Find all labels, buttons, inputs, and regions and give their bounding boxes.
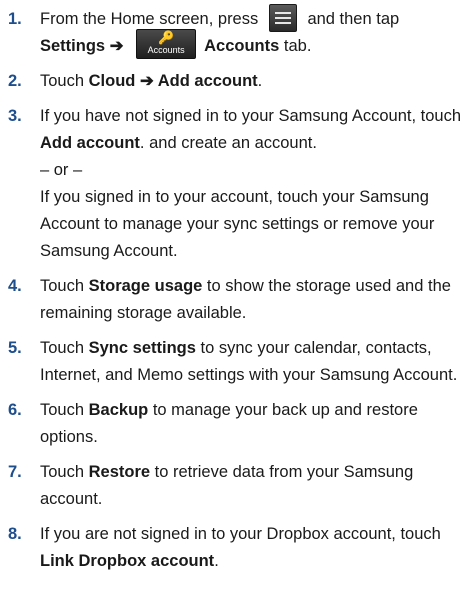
step-number: 8. <box>8 525 22 543</box>
step-text: and then tap <box>307 10 400 28</box>
step-bold: Sync settings <box>88 339 196 357</box>
step-number: 7. <box>8 463 22 481</box>
accounts-tab-icon: 🔑 Accounts <box>136 28 197 59</box>
step-number: 3. <box>8 107 22 125</box>
key-icon: 🔑 <box>158 29 175 45</box>
step-text: Touch <box>40 401 89 419</box>
step-4: 4. Touch Storage usage to show the stora… <box>0 273 472 327</box>
step-text: . <box>257 72 263 90</box>
step-number: 1. <box>8 10 22 28</box>
step-3: 3. If you have not signed in to your Sam… <box>0 103 472 265</box>
step-text: If you have not signed in to your Samsun… <box>40 107 462 125</box>
step-number: 5. <box>8 339 22 357</box>
step-bold: Add account <box>40 134 140 152</box>
step-8: 8. If you are not signed in to your Drop… <box>0 521 472 575</box>
or-separator: – or – <box>40 161 83 179</box>
step-text: . <box>214 552 219 570</box>
step-text: Touch <box>40 463 89 481</box>
step-text: tab. <box>279 37 312 55</box>
step-number: 4. <box>8 277 22 295</box>
step-5: 5. Touch Sync settings to sync your cale… <box>0 335 472 389</box>
step-bold: Restore <box>88 463 151 481</box>
step-number: 6. <box>8 401 22 419</box>
step-bold: Link Dropbox account <box>40 552 215 570</box>
menu-key-icon <box>268 3 297 32</box>
steps-list: 1. From the Home screen, press and then … <box>0 3 472 583</box>
step-bold: Backup <box>88 401 149 419</box>
step-number: 2. <box>8 72 22 90</box>
step-text: . and create an account. <box>139 134 317 152</box>
step-1: 1. From the Home screen, press and then … <box>0 3 472 60</box>
step-text: If you are not signed in to your Dropbox… <box>40 525 441 543</box>
step-7: 7. Touch Restore to retrieve data from y… <box>0 459 472 513</box>
step-text: Touch <box>40 72 89 90</box>
accounts-icon-label: Accounts <box>147 44 185 55</box>
step-bold: Cloud ➔ Add account <box>88 72 258 90</box>
settings-label: Settings <box>40 37 106 55</box>
instructions-page: 1. From the Home screen, press and then … <box>0 0 472 604</box>
step-6: 6. Touch Backup to manage your back up a… <box>0 397 472 451</box>
step-text: Touch <box>40 277 89 295</box>
step-text: Touch <box>40 339 89 357</box>
step-text: From the Home screen, press <box>40 10 259 28</box>
step-bold: Storage usage <box>88 277 203 295</box>
step-2: 2. Touch Cloud ➔ Add account. <box>0 68 472 95</box>
accounts-tab-label: Accounts <box>204 37 280 55</box>
step-alt-text: If you signed in to your account, touch … <box>40 188 435 260</box>
arrow-icon: ➔ <box>109 37 124 55</box>
